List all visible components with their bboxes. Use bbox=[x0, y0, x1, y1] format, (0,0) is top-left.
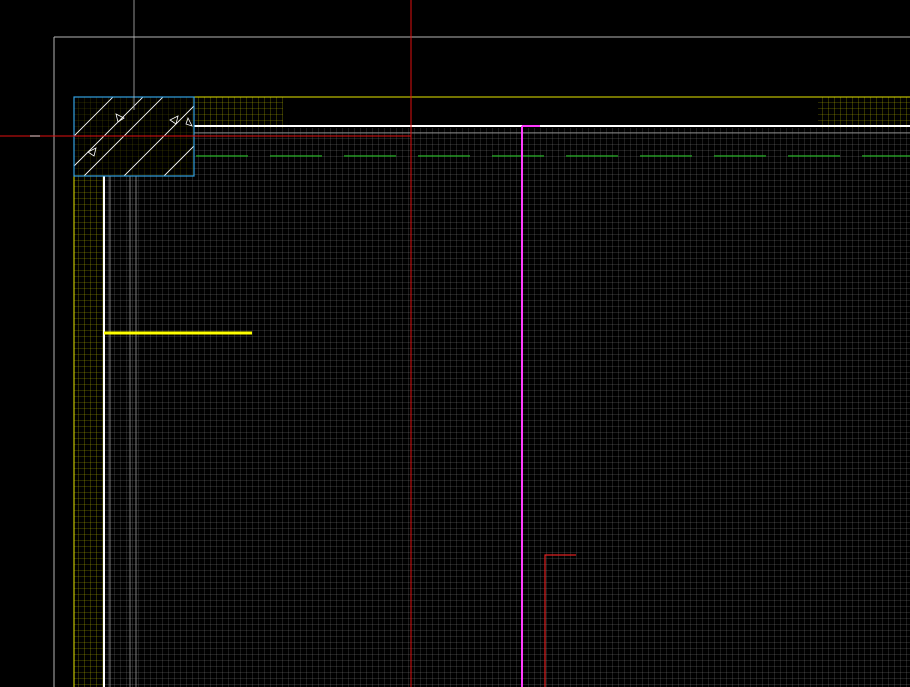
left-yellow-grid-strip bbox=[74, 97, 104, 687]
slab-grid-area bbox=[104, 128, 910, 687]
cad-viewport[interactable] bbox=[0, 0, 910, 687]
top-right-yellow-grid-strip bbox=[818, 97, 910, 128]
top-left-yellow-grid-strip bbox=[194, 97, 283, 128]
